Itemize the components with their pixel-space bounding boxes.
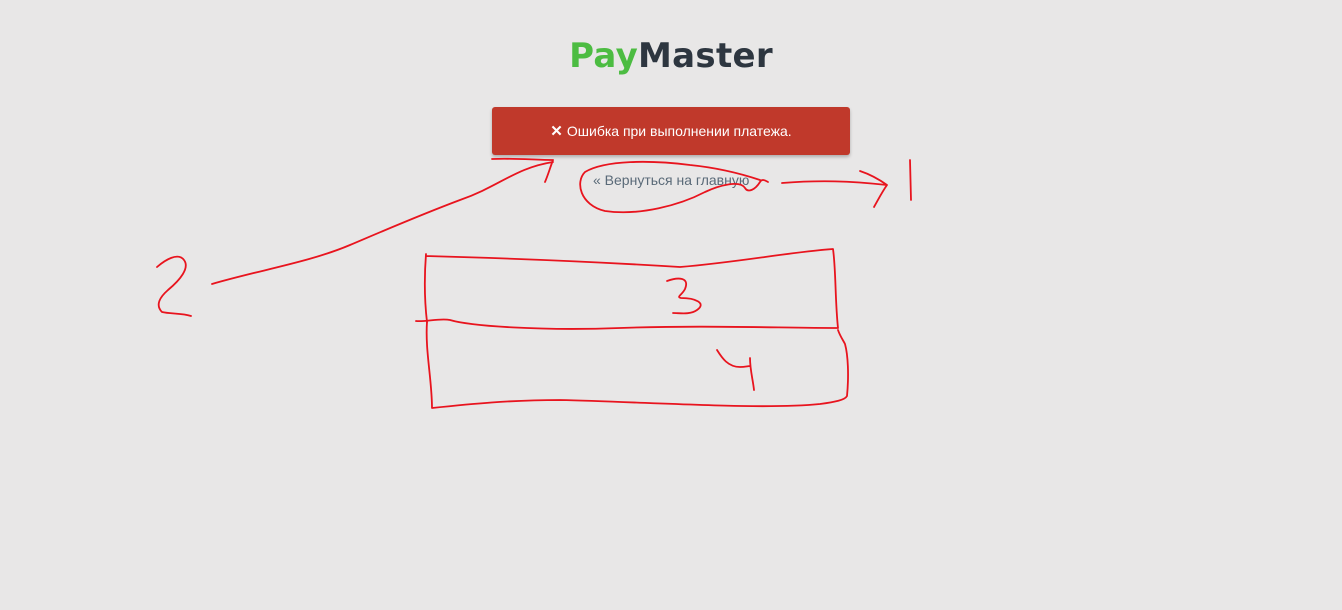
annotation-label-3 xyxy=(666,277,702,315)
annotation-label-2 xyxy=(156,255,192,317)
annotation-long-arrow xyxy=(211,161,554,285)
close-icon: ✕ xyxy=(550,122,563,140)
logo-pay-text: Pay xyxy=(569,36,639,76)
paymaster-logo: PayMaster xyxy=(0,34,1342,78)
hand-drawn-annotations xyxy=(156,157,912,409)
annotation-label-4 xyxy=(716,349,755,391)
annotation-box-3 xyxy=(415,248,839,330)
annotation-arrow-to-label-1 xyxy=(781,170,888,208)
annotation-label-1 xyxy=(909,159,912,201)
back-to-home-link[interactable]: « Вернуться на главную xyxy=(593,172,749,188)
annotation-arrow-to-banner xyxy=(491,157,554,183)
error-message: Ошибка при выполнении платежа. xyxy=(566,123,792,139)
annotation-box-4 xyxy=(425,321,849,409)
error-alert-banner: ✕ Ошибка при выполнении платежа. xyxy=(492,107,850,155)
logo-master-text: Master xyxy=(638,36,773,76)
